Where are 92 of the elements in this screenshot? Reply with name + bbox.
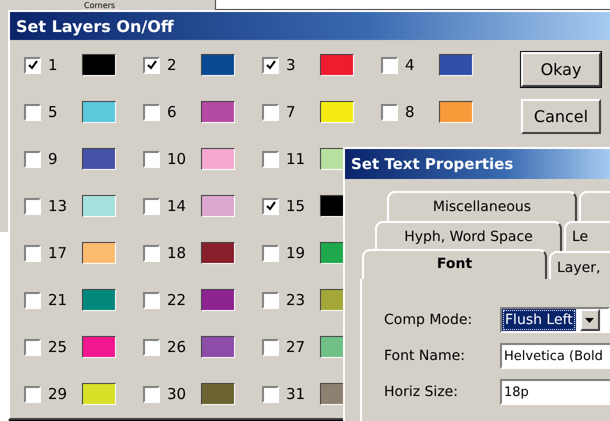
layer-checkbox[interactable] xyxy=(24,150,41,168)
input-field[interactable]: Helvetica (Bold xyxy=(500,343,610,369)
layer-number: 7 xyxy=(286,103,297,121)
layer-checkbox[interactable] xyxy=(143,150,160,168)
layer-checkbox[interactable] xyxy=(381,104,398,120)
layer-number: 18 xyxy=(167,244,188,262)
layer-color-swatch[interactable] xyxy=(82,336,116,358)
layer-number: 27 xyxy=(286,338,306,356)
layer-checkbox[interactable] xyxy=(143,386,160,402)
field-label: Font Name: xyxy=(384,348,466,364)
layer-number: 25 xyxy=(48,338,68,356)
layer-checkbox[interactable] xyxy=(262,104,279,120)
layer-checkbox[interactable] xyxy=(24,198,41,214)
field-label: Horiz Size: xyxy=(384,384,459,400)
layer-number: 2 xyxy=(167,56,178,74)
layer-checkbox[interactable] xyxy=(262,338,279,356)
layer-color-swatch[interactable] xyxy=(201,195,235,217)
layer-checkbox[interactable] xyxy=(262,198,279,214)
layer-number: 10 xyxy=(167,150,188,168)
layer-color-swatch[interactable] xyxy=(82,101,116,123)
layer-number: 21 xyxy=(48,291,68,309)
input-field[interactable]: 18p xyxy=(500,379,610,405)
layer-color-swatch[interactable] xyxy=(201,242,235,264)
layer-color-swatch[interactable] xyxy=(439,101,473,123)
layer-number: 31 xyxy=(286,385,306,403)
layer-checkbox[interactable] xyxy=(24,338,41,356)
layer-checkbox[interactable] xyxy=(24,292,41,308)
layer-checkbox[interactable] xyxy=(24,56,41,74)
checkmark-icon xyxy=(266,60,276,70)
field-label: Comp Mode: xyxy=(384,312,474,328)
dialog-title-bar: Set Text Properties xyxy=(345,149,610,179)
layer-number: 22 xyxy=(167,291,188,309)
layer-checkbox[interactable] xyxy=(381,56,398,74)
layer-color-swatch[interactable] xyxy=(82,195,116,217)
layer-number: 15 xyxy=(286,197,306,215)
layer-number: 8 xyxy=(405,103,416,121)
layer-checkbox[interactable] xyxy=(24,104,41,120)
layer-color-swatch[interactable] xyxy=(320,54,354,76)
layer-color-swatch[interactable] xyxy=(320,101,354,123)
checkmark-icon xyxy=(266,201,276,211)
layer-number: 29 xyxy=(48,385,68,403)
checkmark-icon xyxy=(28,60,38,70)
dialog-button[interactable]: Okay xyxy=(521,52,601,87)
layer-color-swatch[interactable] xyxy=(201,336,235,358)
layer-number: 26 xyxy=(167,338,188,356)
layer-checkbox[interactable] xyxy=(143,338,160,356)
layer-number: 3 xyxy=(286,56,297,74)
layer-checkbox[interactable] xyxy=(262,150,279,168)
layer-checkbox[interactable] xyxy=(262,56,279,74)
layer-color-swatch[interactable] xyxy=(82,148,116,170)
layer-checkbox[interactable] xyxy=(262,244,279,262)
layer-number: 14 xyxy=(167,197,188,215)
caret-icon xyxy=(585,318,594,322)
layer-number: 19 xyxy=(286,244,306,262)
tab[interactable]: Font xyxy=(362,249,547,281)
dropdown[interactable]: Flush Left xyxy=(500,307,610,333)
background-label: Corners xyxy=(84,1,116,10)
layer-color-swatch[interactable] xyxy=(201,101,235,123)
layer-checkbox[interactable] xyxy=(262,292,279,308)
layer-checkbox[interactable] xyxy=(143,104,160,120)
tab[interactable]: Miscellaneous xyxy=(387,191,577,221)
layer-color-swatch[interactable] xyxy=(82,383,116,405)
layer-color-swatch[interactable] xyxy=(201,148,235,170)
layer-checkbox[interactable] xyxy=(24,386,41,402)
layer-number: 5 xyxy=(48,103,59,121)
layer-number: 23 xyxy=(286,291,306,309)
layer-color-swatch[interactable] xyxy=(439,54,473,76)
tab[interactable]: Hyph, Word Space xyxy=(375,221,562,251)
layer-checkbox[interactable] xyxy=(143,244,160,262)
layer-number: 13 xyxy=(48,197,68,215)
layer-number: 11 xyxy=(286,150,306,168)
dialog-button[interactable]: Cancel xyxy=(521,99,601,134)
layer-checkbox[interactable] xyxy=(262,386,279,402)
layer-color-swatch[interactable] xyxy=(201,383,235,405)
layer-checkbox[interactable] xyxy=(143,198,160,214)
layer-number: 4 xyxy=(405,56,416,74)
tab[interactable]: Le xyxy=(564,221,610,251)
layer-checkbox[interactable] xyxy=(143,292,160,308)
layer-number: 17 xyxy=(48,244,68,262)
layer-color-swatch[interactable] xyxy=(201,54,235,76)
layer-color-swatch[interactable] xyxy=(201,289,235,311)
layer-checkbox[interactable] xyxy=(143,56,160,74)
layer-number: 1 xyxy=(48,56,59,74)
layer-color-swatch[interactable] xyxy=(82,54,116,76)
layer-number: 6 xyxy=(167,103,178,121)
layer-checkbox[interactable] xyxy=(24,244,41,262)
layer-color-swatch[interactable] xyxy=(82,242,116,264)
layer-number: 9 xyxy=(48,150,59,168)
checkmark-icon xyxy=(146,60,156,70)
dialog-title-bar: Set Layers On/Off xyxy=(10,12,610,40)
layer-number: 30 xyxy=(167,385,188,403)
layer-color-swatch[interactable] xyxy=(82,289,116,311)
